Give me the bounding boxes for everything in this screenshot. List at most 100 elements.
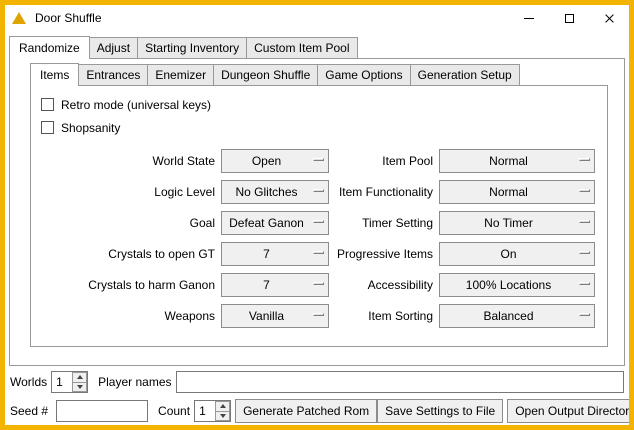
world-state-dropdown[interactable]: Open [221,149,329,173]
save-settings-button[interactable]: Save Settings to File [377,399,503,423]
goal-value: Defeat Ganon [229,216,304,230]
minimize-icon [524,18,534,19]
worlds-spin-down[interactable] [72,383,87,393]
item-sorting-value: Balanced [483,309,533,323]
bottom-panel: Worlds 1 Player names Seed # Count 1 [5,370,629,424]
triangle-up-icon [77,375,83,379]
tab-entrances[interactable]: Entrances [78,64,148,85]
count-label: Count [158,404,190,418]
field-row: Crystals to harm Ganon 7 Accessibility 1… [31,269,607,300]
crystals-gt-dropdown[interactable]: 7 [221,242,329,266]
retro-mode-label: Retro mode (universal keys) [61,98,211,112]
dropdown-indicator-icon [579,220,590,223]
randomize-pane: Items Entrances Enemizer Dungeon Shuffle… [9,58,625,366]
dropdown-indicator-icon [313,282,324,285]
field-row: World State Open Item Pool Normal [31,145,607,176]
seed-input[interactable] [56,400,148,422]
field-row: Crystals to open GT 7 Progressive Items … [31,238,607,269]
retro-mode-row: Retro mode (universal keys) [41,93,607,116]
tab-dungeon-shuffle[interactable]: Dungeon Shuffle [213,64,318,85]
dropdown-indicator-icon [579,189,590,192]
goal-dropdown[interactable]: Defeat Ganon [221,211,329,235]
outer-tab-bar: Randomize Adjust Starting Inventory Cust… [9,36,625,58]
shopsanity-checkbox[interactable] [41,121,54,134]
dropdown-indicator-icon [579,282,590,285]
tab-custom-item-pool[interactable]: Custom Item Pool [246,37,357,58]
window-title: Door Shuffle [35,11,102,25]
maximize-button[interactable] [549,5,589,31]
minimize-button[interactable] [509,5,549,31]
timer-setting-label: Timer Setting [329,216,433,230]
accessibility-value: 100% Locations [466,278,551,292]
door-shuffle-window: Door Shuffle Randomize Adjust Starting I… [0,0,634,430]
player-names-label: Player names [98,375,171,389]
item-functionality-dropdown[interactable]: Normal [439,180,595,204]
items-pane: Retro mode (universal keys) Shopsanity W… [30,85,608,347]
worlds-spin-buttons [72,372,87,392]
weapons-label: Weapons [31,309,215,323]
tab-items[interactable]: Items [30,63,79,86]
item-sorting-label: Item Sorting [329,309,433,323]
dropdown-indicator-icon [313,158,324,161]
count-value: 1 [195,401,215,421]
tab-enemizer[interactable]: Enemizer [147,64,214,85]
dropdown-indicator-icon [579,158,590,161]
logic-level-label: Logic Level [31,185,215,199]
open-output-directory-button[interactable]: Open Output Directory [507,399,634,423]
close-icon [604,13,615,24]
field-row: Weapons Vanilla Item Sorting Balanced [31,300,607,331]
worlds-spinbox[interactable]: 1 [51,371,88,393]
item-pool-dropdown[interactable]: Normal [439,149,595,173]
count-spin-down[interactable] [215,412,230,422]
tab-adjust[interactable]: Adjust [89,37,138,58]
weapons-dropdown[interactable]: Vanilla [221,304,329,328]
tab-game-options[interactable]: Game Options [317,64,410,85]
accessibility-label: Accessibility [329,278,433,292]
dropdown-indicator-icon [579,251,590,254]
dropdown-indicator-icon [313,251,324,254]
crystals-ganon-value: 7 [263,278,270,292]
shopsanity-label: Shopsanity [61,121,120,135]
generate-patched-rom-button[interactable]: Generate Patched Rom [235,399,377,423]
titlebar: Door Shuffle [5,5,629,31]
goal-label: Goal [31,216,215,230]
field-row: Logic Level No Glitches Item Functionali… [31,176,607,207]
tab-starting-inventory[interactable]: Starting Inventory [137,37,247,58]
dropdown-indicator-icon [313,189,324,192]
progressive-items-value: On [500,247,516,261]
crystals-gt-value: 7 [263,247,270,261]
crystals-gt-label: Crystals to open GT [31,247,215,261]
triangle-down-icon [77,385,83,389]
item-pool-label: Item Pool [329,154,433,168]
logic-level-value: No Glitches [235,185,297,199]
item-functionality-value: Normal [489,185,528,199]
item-sorting-dropdown[interactable]: Balanced [439,304,595,328]
worlds-label: Worlds [10,375,47,389]
field-row: Goal Defeat Ganon Timer Setting No Timer [31,207,607,238]
timer-setting-dropdown[interactable]: No Timer [439,211,595,235]
worlds-value: 1 [52,372,72,392]
progressive-items-dropdown[interactable]: On [439,242,595,266]
logic-level-dropdown[interactable]: No Glitches [221,180,329,204]
count-spin-buttons [215,401,230,421]
timer-setting-value: No Timer [484,216,533,230]
triangle-down-icon [220,414,226,418]
app-icon [12,12,26,24]
crystals-ganon-dropdown[interactable]: 7 [221,273,329,297]
close-button[interactable] [589,5,629,31]
retro-mode-checkbox[interactable] [41,98,54,111]
seed-row: Seed # Count 1 Generate Patched Rom Save… [10,398,624,424]
player-names-input[interactable] [176,371,625,393]
count-spin-up[interactable] [215,401,230,412]
maximize-icon [565,14,574,23]
world-state-label: World State [31,154,215,168]
world-state-value: Open [252,154,281,168]
tab-generation-setup[interactable]: Generation Setup [410,64,520,85]
worlds-row: Worlds 1 Player names [10,370,624,394]
triangle-up-icon [220,404,226,408]
accessibility-dropdown[interactable]: 100% Locations [439,273,595,297]
tab-randomize[interactable]: Randomize [9,36,90,59]
inner-tab-bar: Items Entrances Enemizer Dungeon Shuffle… [30,63,624,85]
count-spinbox[interactable]: 1 [194,400,231,422]
worlds-spin-up[interactable] [72,372,87,383]
